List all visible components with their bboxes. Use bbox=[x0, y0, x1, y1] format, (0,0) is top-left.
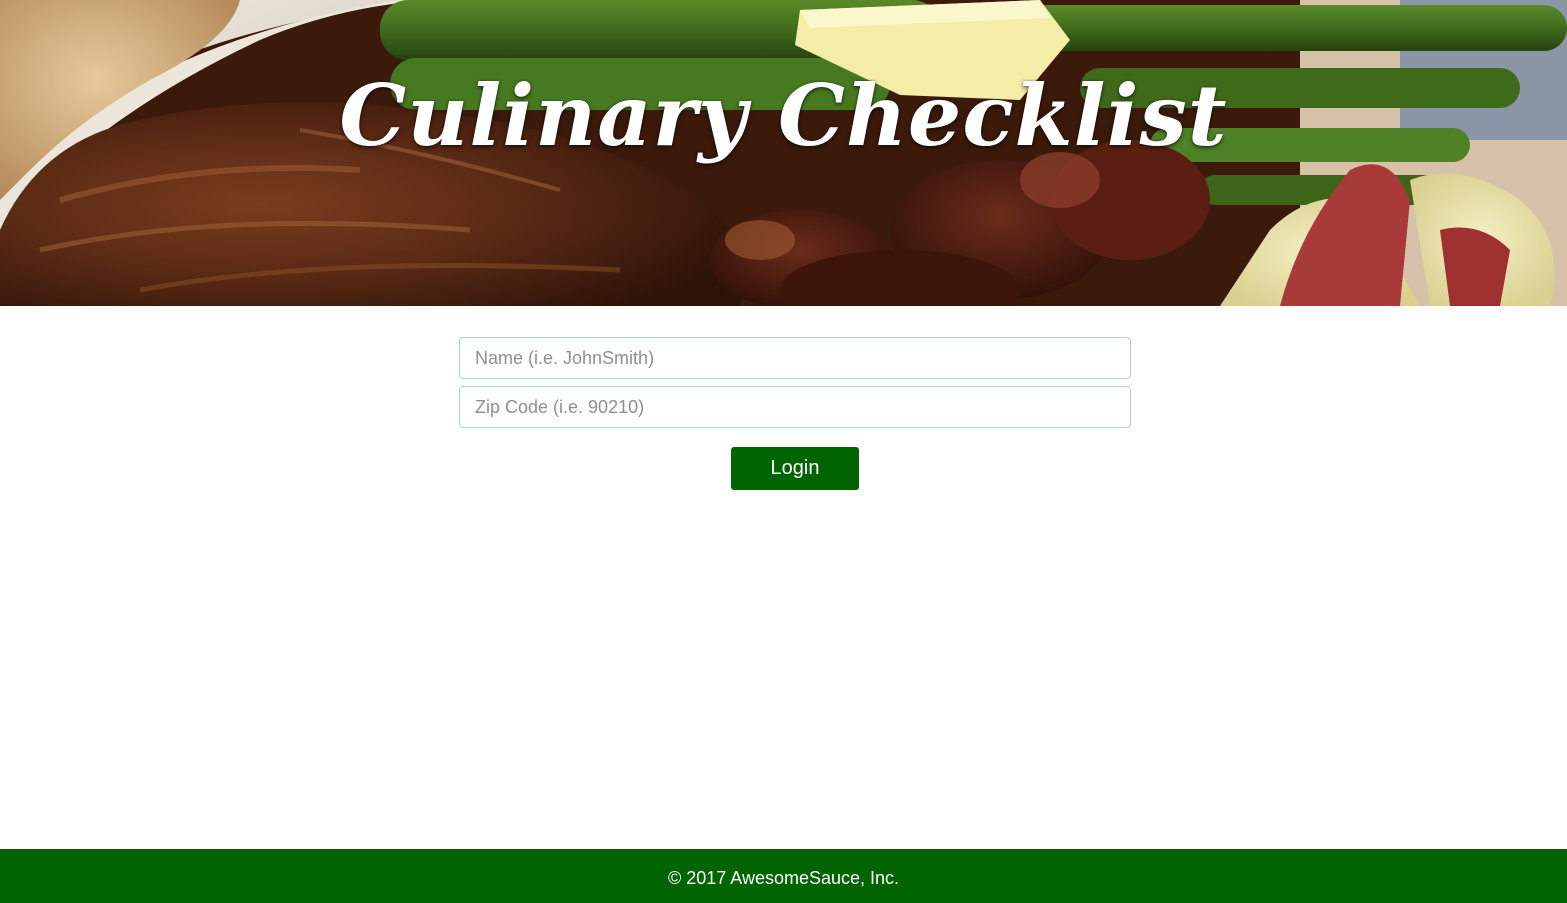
footer: © 2017 AwesomeSauce, Inc. bbox=[0, 849, 1567, 903]
zip-code-input[interactable] bbox=[459, 386, 1131, 428]
login-form: Login bbox=[459, 337, 1131, 490]
app-title: Culinary Checklist bbox=[339, 66, 1228, 165]
hero-banner: Culinary Checklist bbox=[0, 0, 1567, 306]
copyright-text: © 2017 AwesomeSauce, Inc. bbox=[667, 868, 900, 888]
name-input[interactable] bbox=[459, 337, 1131, 379]
page: Culinary Checklist Login © 2017 AwesomeS… bbox=[0, 0, 1567, 903]
login-button[interactable]: Login bbox=[731, 447, 859, 490]
